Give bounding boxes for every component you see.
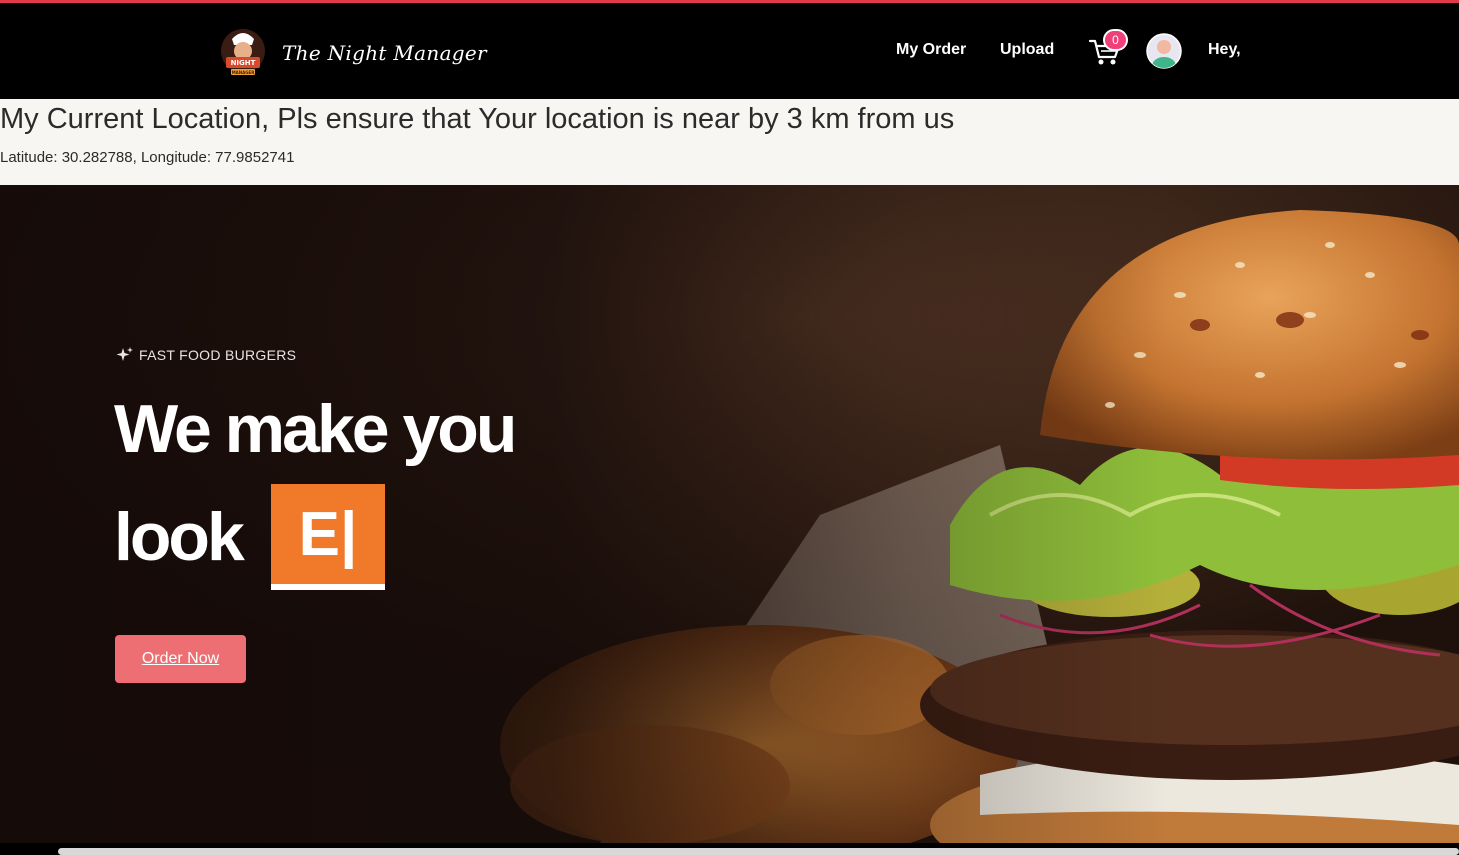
- svg-text:NIGHT: NIGHT: [231, 59, 256, 67]
- brand[interactable]: NIGHT MANAGER The Night Manager: [218, 27, 487, 79]
- hero-headline-line1: We make you: [114, 391, 517, 467]
- hero-headline-line2: look: [114, 499, 245, 575]
- night-manager-logo-icon: NIGHT MANAGER: [221, 29, 265, 75]
- sparkle-icon: [116, 347, 133, 361]
- user-greeting: Hey,: [1208, 41, 1241, 58]
- hero-banner: FAST FOOD BURGERS We make you look E| Or…: [0, 185, 1459, 843]
- user-avatar-icon[interactable]: [1146, 33, 1182, 69]
- svg-text:MANAGER: MANAGER: [232, 70, 255, 75]
- scrollbar-thumb[interactable]: [58, 848, 1459, 855]
- location-title: My Current Location, Pls ensure that You…: [0, 103, 955, 135]
- location-coordinates: Latitude: 30.282788, Longitude: 77.98527…: [0, 149, 295, 166]
- location-bar: My Current Location, Pls ensure that You…: [0, 99, 1459, 185]
- order-now-button[interactable]: Order Now: [115, 635, 246, 683]
- navbar: NIGHT MANAGER The Night Manager My Order…: [0, 3, 1459, 99]
- brand-name: The Night Manager: [282, 41, 487, 65]
- nav-link-upload[interactable]: Upload: [1000, 41, 1054, 59]
- hero-tagline: FAST FOOD BURGERS: [116, 346, 296, 364]
- hero-tagline-text: FAST FOOD BURGERS: [139, 347, 297, 363]
- typed-highlight-text: E|: [271, 484, 385, 590]
- nav-link-my-order[interactable]: My Order: [896, 41, 966, 59]
- cart-count-badge: 0: [1103, 29, 1128, 51]
